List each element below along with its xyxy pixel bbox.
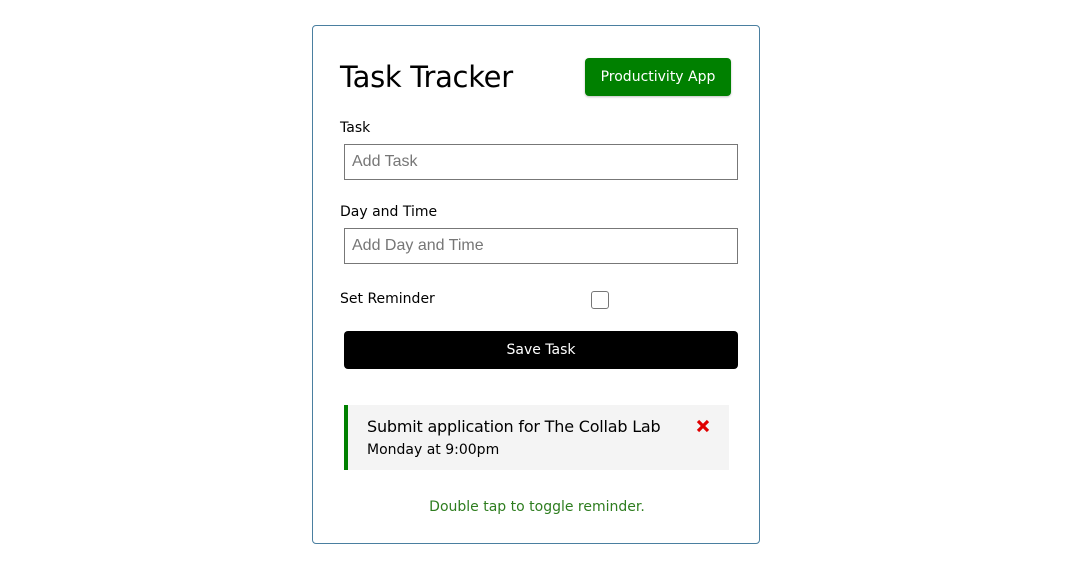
toggle-reminder-hint: Double tap to toggle reminder. — [429, 499, 645, 515]
task-label: Task — [340, 120, 371, 136]
set-reminder-label: Set Reminder — [340, 291, 435, 307]
page-title: Task Tracker — [340, 60, 513, 94]
task-list-item[interactable]: Submit application for The Collab Lab Mo… — [344, 405, 729, 470]
day-time-label: Day and Time — [340, 204, 438, 220]
day-time-input[interactable] — [344, 228, 738, 264]
task-title: Submit application for The Collab Lab — [367, 417, 661, 436]
task-tracker-card: Task Tracker Productivity App Task Day a… — [312, 25, 760, 544]
task-input[interactable] — [344, 144, 738, 180]
save-task-button[interactable]: Save Task — [344, 331, 738, 369]
task-day-time: Monday at 9:00pm — [367, 442, 500, 458]
productivity-app-button[interactable]: Productivity App — [585, 58, 731, 96]
header: Task Tracker Productivity App — [340, 58, 731, 98]
set-reminder-checkbox[interactable] — [591, 291, 609, 309]
close-icon[interactable] — [695, 417, 711, 435]
